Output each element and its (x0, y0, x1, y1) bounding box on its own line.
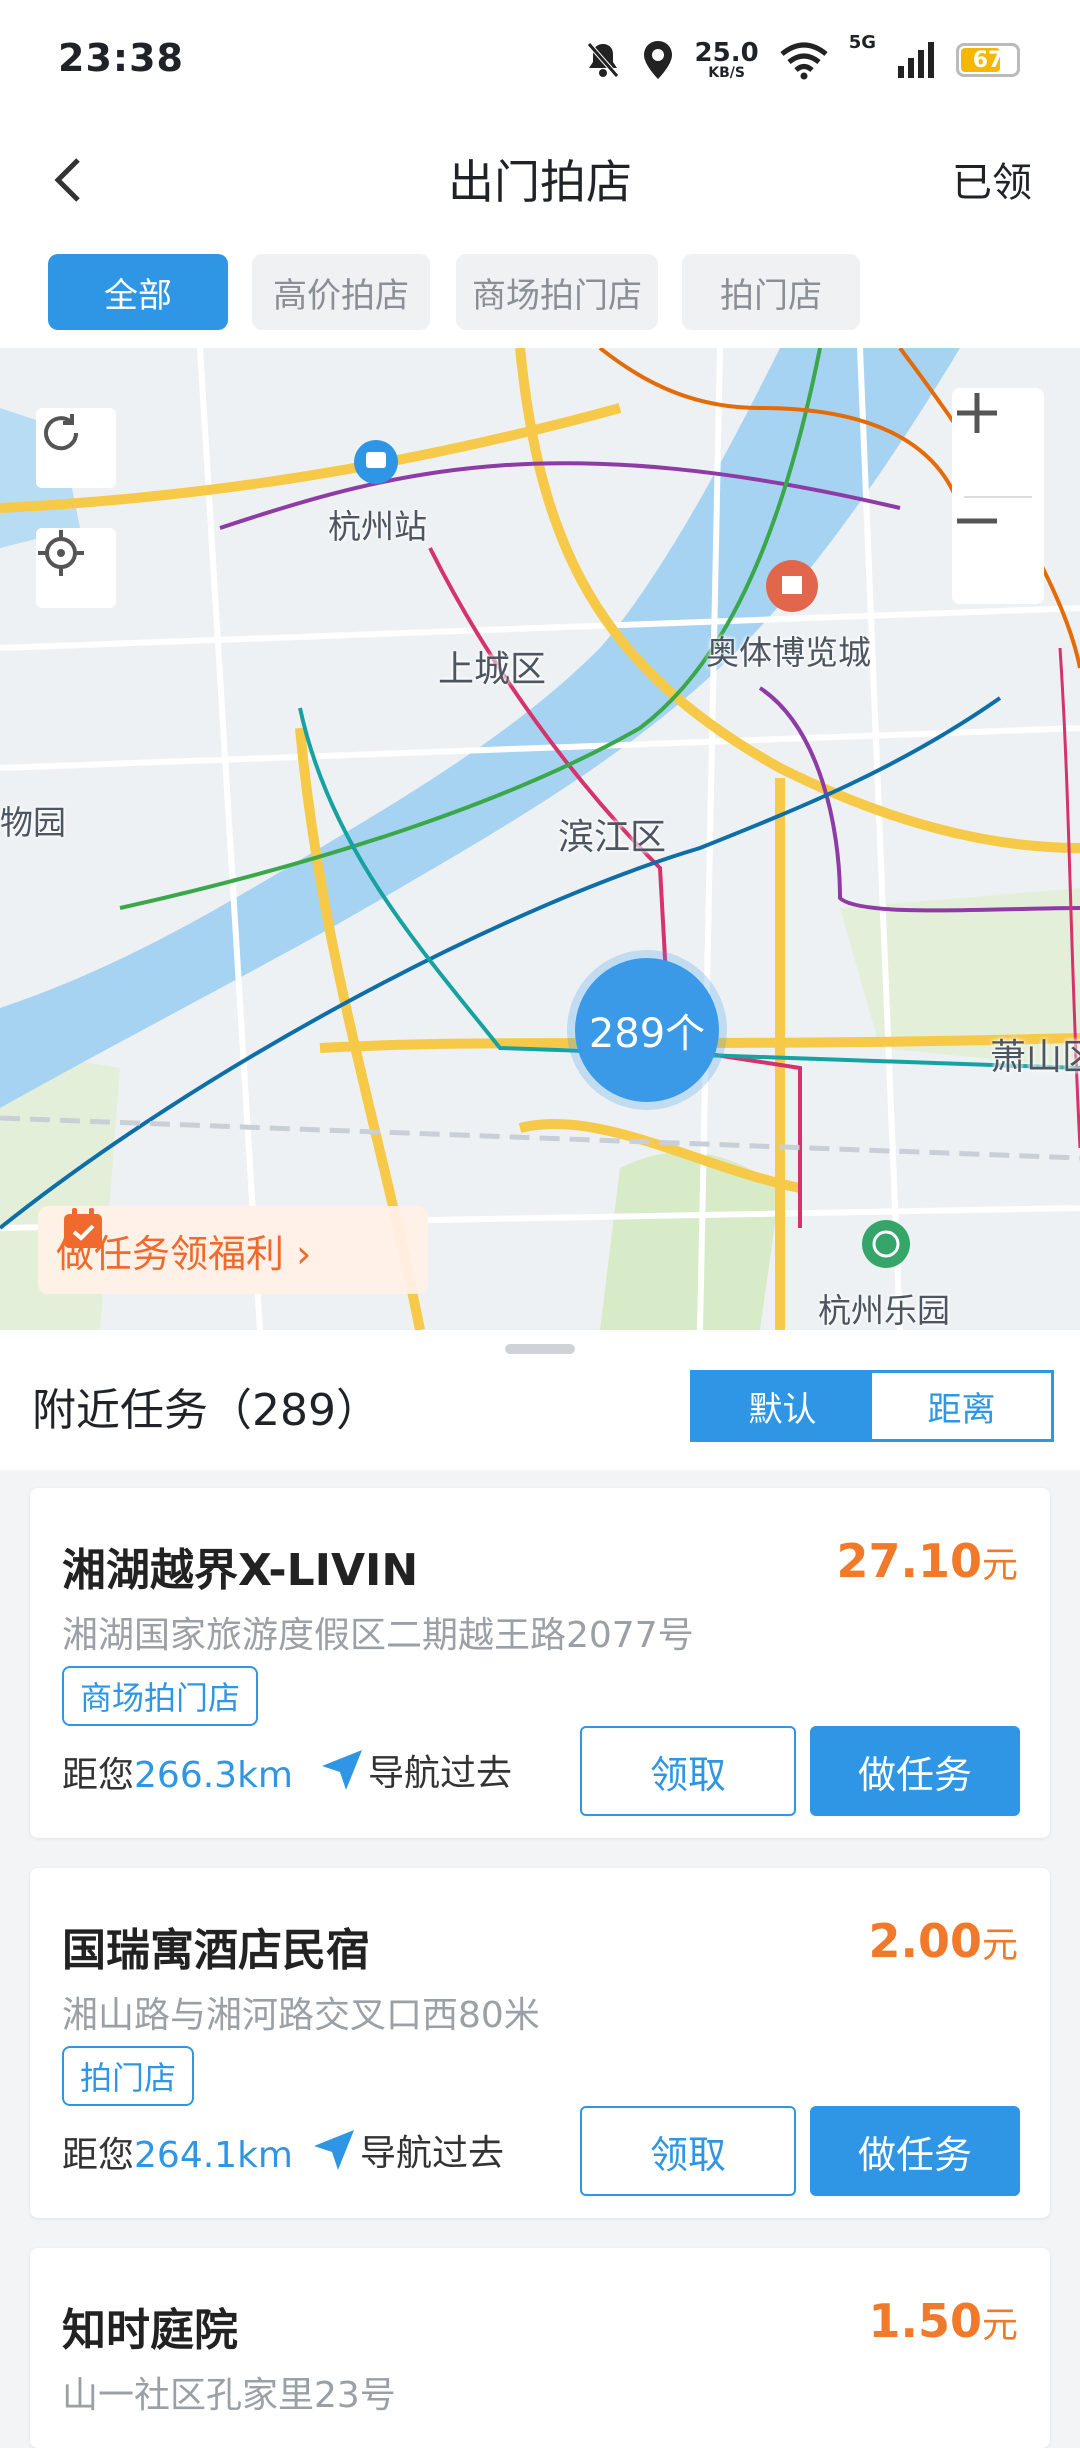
task-distance: 距您266.3km (62, 1755, 293, 1796)
plus-icon (957, 393, 997, 433)
zoom-controls (952, 388, 1044, 604)
claimed-link[interactable]: 已领 (952, 150, 1032, 208)
filter-chip-mall-store[interactable]: 商场拍门店 (456, 254, 658, 330)
locate-icon (38, 530, 84, 576)
navigate-link[interactable]: 导航过去 (312, 2124, 504, 2176)
task-price: 2.00元 (868, 1914, 1018, 1968)
sort-distance[interactable]: 距离 (872, 1373, 1051, 1439)
task-name: 湘湖越界X-LIVIN (62, 1545, 419, 1596)
status-icons: 25.0 KB/S 5G 67 (585, 32, 1020, 88)
drag-handle[interactable] (505, 1344, 575, 1354)
task-price: 27.10元 (836, 1534, 1018, 1588)
task-address: 山一社区孔家里23号 (62, 2375, 396, 2416)
task-price: 1.50元 (868, 2294, 1018, 2348)
navigate-link[interactable]: 导航过去 (320, 1744, 512, 1796)
task-tag: 拍门店 (62, 2046, 195, 2106)
nav-bar: 出门拍店 已领 (0, 120, 1080, 240)
task-name: 知时庭院 (62, 2305, 238, 2356)
navigate-arrow-icon (314, 2130, 354, 2170)
net-speed: 25.0 KB/S (694, 38, 759, 81)
status-time: 23:38 (58, 36, 184, 80)
task-card[interactable]: 湘湖越界X-LIVIN 27.10元 湘湖国家旅游度假区二期越王路2077号 商… (30, 1488, 1050, 1838)
task-distance: 距您264.1km (62, 2135, 293, 2176)
calendar-icon (64, 1208, 102, 1248)
task-card[interactable]: 国瑞寓酒店民宿 2.00元 湘山路与湘河路交叉口西80米 拍门店 距您264.1… (30, 1868, 1050, 2218)
navigate-arrow-icon (322, 1750, 362, 1790)
benefit-banner[interactable]: 做任务领福利 › (38, 1206, 428, 1294)
task-address: 湘山路与湘河路交叉口西80米 (62, 1995, 540, 2036)
task-panel: 附近任务（289） 默认 距离 湘湖越界X-LIVIN 27.10元 湘湖国家旅… (0, 1330, 1080, 2448)
map-view[interactable]: 杭州站 奥体博览城 上城区 滨江区 萧山区 杭州乐园 物园 (0, 348, 1080, 1330)
filter-chip-high-price[interactable]: 高价拍店 (252, 254, 430, 330)
zoom-out-button[interactable] (952, 496, 1044, 604)
map-label-olympic-expo: 奥体博览城 (706, 633, 871, 672)
do-task-button[interactable]: 做任务 (810, 2106, 1020, 2196)
map-label-hangzhou-park: 杭州乐园 (818, 1291, 950, 1330)
map-label-shangcheng: 上城区 (438, 649, 547, 690)
map-label-xiaoshan: 萧山区 (990, 1037, 1080, 1078)
refresh-button[interactable] (36, 408, 116, 488)
page-title: 出门拍店 (448, 155, 632, 209)
nearby-title: 附近任务（289） (32, 1385, 380, 1436)
network-type: 5G (848, 32, 876, 53)
map-label-hangzhou-station: 杭州站 (328, 507, 427, 546)
sort-default[interactable]: 默认 (693, 1373, 872, 1439)
task-tag: 商场拍门店 (62, 1666, 259, 1726)
task-name: 国瑞寓酒店民宿 (62, 1925, 370, 1976)
zoom-in-button[interactable] (952, 388, 1044, 496)
signal-icon (898, 42, 934, 78)
sort-toggle: 默认 距离 (690, 1370, 1054, 1442)
claim-button[interactable]: 领取 (580, 1726, 796, 1816)
filter-chip-store[interactable]: 拍门店 (682, 254, 860, 330)
map-label-binjiang: 滨江区 (558, 817, 667, 858)
task-address: 湘湖国家旅游度假区二期越王路2077号 (62, 1615, 694, 1656)
claim-button[interactable]: 领取 (580, 2106, 796, 2196)
battery-icon: 67 (956, 43, 1020, 77)
map-label-zoo: 物园 (0, 803, 66, 842)
task-card[interactable]: 知时庭院 1.50元 山一社区孔家里23号 (30, 2248, 1050, 2448)
locate-button[interactable] (36, 528, 116, 608)
minus-icon (957, 518, 997, 524)
task-panel-header: 附近任务（289） 默认 距离 (0, 1330, 1080, 1470)
wifi-icon (780, 42, 828, 80)
refresh-icon (44, 414, 79, 451)
mute-icon (586, 42, 619, 78)
battery-level: 67 (972, 47, 1004, 73)
task-cluster-marker[interactable]: 289个 (575, 958, 719, 1102)
filter-chip-all[interactable]: 全部 (48, 254, 228, 330)
status-bar: 23:38 25.0 KB/S 5G 67 (0, 0, 1080, 120)
location-icon (643, 41, 672, 79)
filter-bar: 全部 高价拍店 商场拍门店 拍门店 (0, 240, 1080, 348)
do-task-button[interactable]: 做任务 (810, 1726, 1020, 1816)
map-canvas (0, 348, 1080, 1330)
